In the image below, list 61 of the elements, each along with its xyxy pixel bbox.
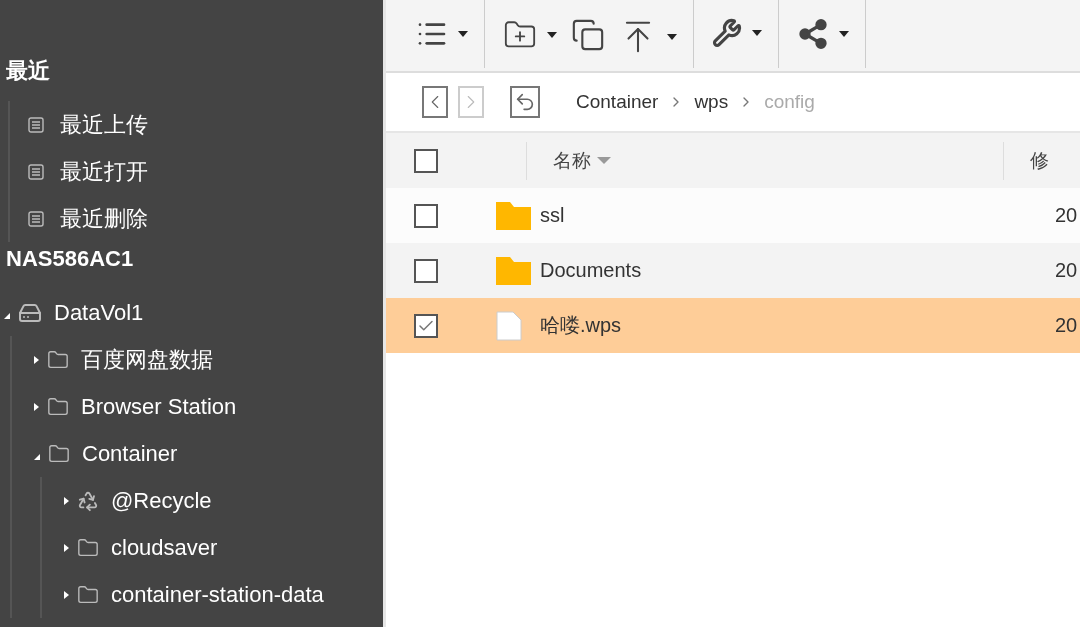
copy-button[interactable] xyxy=(571,18,605,52)
date-cell-text: 20 xyxy=(1055,204,1079,227)
tree-item[interactable]: 百度网盘数据 xyxy=(81,344,213,375)
folder-icon xyxy=(47,348,69,371)
return-arrow-icon xyxy=(514,91,536,113)
file-icon xyxy=(496,310,522,341)
row-checkbox[interactable] xyxy=(414,258,438,283)
column-header[interactable]: 名称 xyxy=(526,141,1003,180)
copy-icon xyxy=(571,18,605,52)
file-row[interactable]: 哈喽.wps 20 xyxy=(386,298,1080,353)
recent-item[interactable]: 最近打开 xyxy=(60,156,148,187)
share-button[interactable] xyxy=(797,18,849,50)
caret-icon[interactable] xyxy=(667,34,677,40)
expand-arrow-icon[interactable] xyxy=(34,402,39,411)
recent-item[interactable]: 最近上传 xyxy=(60,109,148,140)
tree-item[interactable]: Browser Station xyxy=(81,393,237,420)
up-button[interactable] xyxy=(510,86,540,118)
list-icon xyxy=(28,163,44,180)
section-title: 最近 xyxy=(5,57,51,85)
caret-icon[interactable] xyxy=(752,30,762,36)
expand-arrow-icon[interactable] xyxy=(4,312,10,319)
file-name: 哈喽.wps xyxy=(540,313,623,338)
folder-icon xyxy=(496,256,531,285)
caret-icon[interactable] xyxy=(839,31,849,37)
section-title: NAS586AC1 xyxy=(5,245,135,273)
caret-icon[interactable] xyxy=(458,31,468,37)
date-cell-text: 20 xyxy=(1055,314,1079,337)
share-icon xyxy=(797,18,829,50)
caret-icon[interactable] xyxy=(547,32,557,38)
breadcrumb-link[interactable]: wps xyxy=(694,91,729,113)
folder-icon xyxy=(47,395,69,418)
expand-arrow-icon[interactable] xyxy=(34,355,39,364)
folder-icon xyxy=(496,201,531,230)
row-checkbox[interactable] xyxy=(414,203,438,228)
list-icon xyxy=(28,116,44,133)
expand-arrow-icon[interactable] xyxy=(34,453,40,460)
folder-icon xyxy=(77,536,99,559)
expand-arrow-icon[interactable] xyxy=(64,543,69,552)
column-header[interactable]: 修 xyxy=(1003,141,1080,180)
tree-item[interactable]: cloudsaver xyxy=(111,534,218,561)
back-button[interactable] xyxy=(422,86,448,118)
wrench-icon xyxy=(712,18,742,48)
tree-item[interactable]: Container xyxy=(82,440,178,467)
tree-item[interactable]: DataVol1 xyxy=(54,299,144,326)
select-all-checkbox[interactable] xyxy=(414,148,438,173)
folder-icon xyxy=(48,442,70,465)
tools-button[interactable] xyxy=(712,18,762,48)
expand-arrow-icon[interactable] xyxy=(64,590,69,599)
tree-item[interactable]: @Recycle xyxy=(111,487,212,514)
file-name: Documents xyxy=(540,259,643,282)
file-name: ssl xyxy=(540,204,566,227)
date-cell-text: 20 xyxy=(1055,259,1079,282)
expand-arrow-icon[interactable] xyxy=(64,496,69,505)
tree-item[interactable]: container-station-data xyxy=(111,581,324,608)
recycle-icon xyxy=(77,489,99,512)
row-checkbox[interactable] xyxy=(414,313,438,338)
recent-item[interactable]: 最近删除 xyxy=(60,203,148,234)
breadcrumb-link[interactable]: Container xyxy=(576,91,659,113)
list-icon xyxy=(28,210,44,227)
folder-icon xyxy=(77,583,99,606)
file-row[interactable]: Documents 20 xyxy=(386,243,1080,298)
